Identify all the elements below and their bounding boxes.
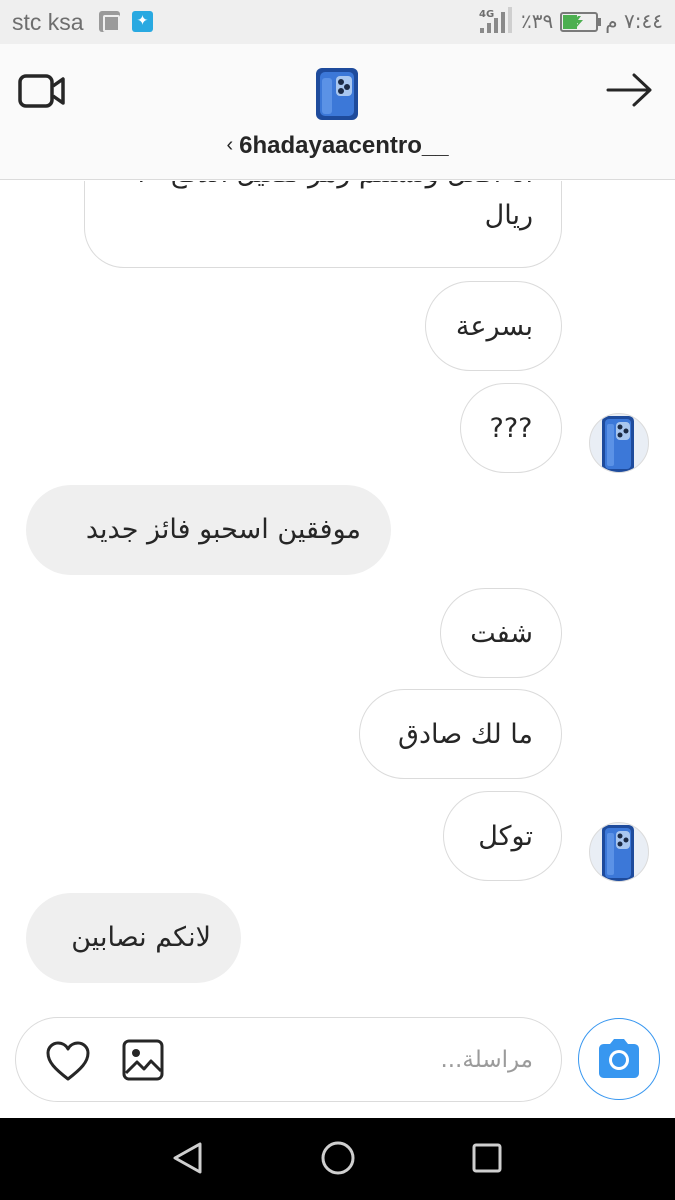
nav-back-icon[interactable] (170, 1140, 206, 1176)
carrier-label: stc ksa (12, 9, 84, 35)
system-nav-bar (0, 1118, 675, 1200)
gallery-icon (99, 11, 120, 32)
chat-header: ‹ 6hadayaacentro__ (0, 44, 675, 180)
avatar[interactable] (589, 822, 649, 882)
avatar[interactable] (316, 68, 358, 120)
camera-button[interactable] (578, 1018, 660, 1100)
camera-icon (599, 1039, 639, 1078)
message-text: لانكم نصابين (71, 922, 211, 953)
username-label: 6hadayaacentro__ (239, 132, 449, 159)
message-input[interactable] (233, 1040, 533, 1080)
chat-username[interactable]: ‹ 6hadayaacentro__ (0, 132, 675, 160)
message-bubble-outgoing[interactable]: شفت (440, 588, 562, 678)
video-call-icon[interactable] (18, 73, 66, 109)
message-text: موفقين اسحبو فائز جديد (85, 514, 361, 545)
network-label: 4G (479, 9, 494, 20)
image-icon[interactable] (122, 1039, 164, 1081)
heart-icon[interactable] (45, 1040, 91, 1082)
message-text: شفت (470, 618, 533, 649)
back-arrow-icon[interactable] (604, 72, 654, 108)
message-text: انا افعل وتستلم رمز تفعيل الدفع ١٠ (113, 181, 533, 195)
battery-percent: ٪٣٩ (521, 9, 554, 33)
message-text: توكل (478, 821, 533, 852)
chevron-icon: ‹ (226, 134, 234, 156)
message-text: ريال (484, 200, 533, 231)
avatar-image (602, 416, 634, 472)
twitter-icon: ✦ (132, 11, 153, 32)
clock: ٧:٤٤ م (605, 9, 663, 33)
message-bubble-outgoing[interactable]: بسرعة (425, 281, 562, 371)
avatar-image (602, 825, 634, 881)
message-bubble-incoming[interactable]: موفقين اسحبو فائز جديد (26, 485, 391, 575)
avatar[interactable] (589, 413, 649, 473)
message-bubble-outgoing[interactable]: انا افعل وتستلم رمز تفعيل الدفع ١٠ ريال (84, 181, 562, 268)
message-thread[interactable]: انا افعل وتستلم رمز تفعيل الدفع ١٠ ريال … (0, 181, 675, 1011)
message-bubble-outgoing[interactable]: ما لك صادق (359, 689, 562, 779)
message-text: بسرعة (455, 311, 533, 342)
message-composer (15, 1017, 562, 1102)
nav-recents-icon[interactable] (472, 1143, 502, 1173)
signal-icon: 4G (479, 7, 512, 33)
message-bubble-outgoing[interactable]: ??? (460, 383, 562, 473)
status-bar: stc ksa ✦ 4G ٪٣٩ ٧:٤٤ م (0, 0, 675, 44)
message-bubble-outgoing[interactable]: توكل (443, 791, 562, 881)
message-bubble-incoming[interactable]: لانكم نصابين (26, 893, 241, 983)
message-text: ما لك صادق (398, 719, 533, 750)
message-text: ??? (489, 413, 533, 444)
nav-home-icon[interactable] (320, 1140, 356, 1176)
battery-icon (560, 12, 601, 32)
